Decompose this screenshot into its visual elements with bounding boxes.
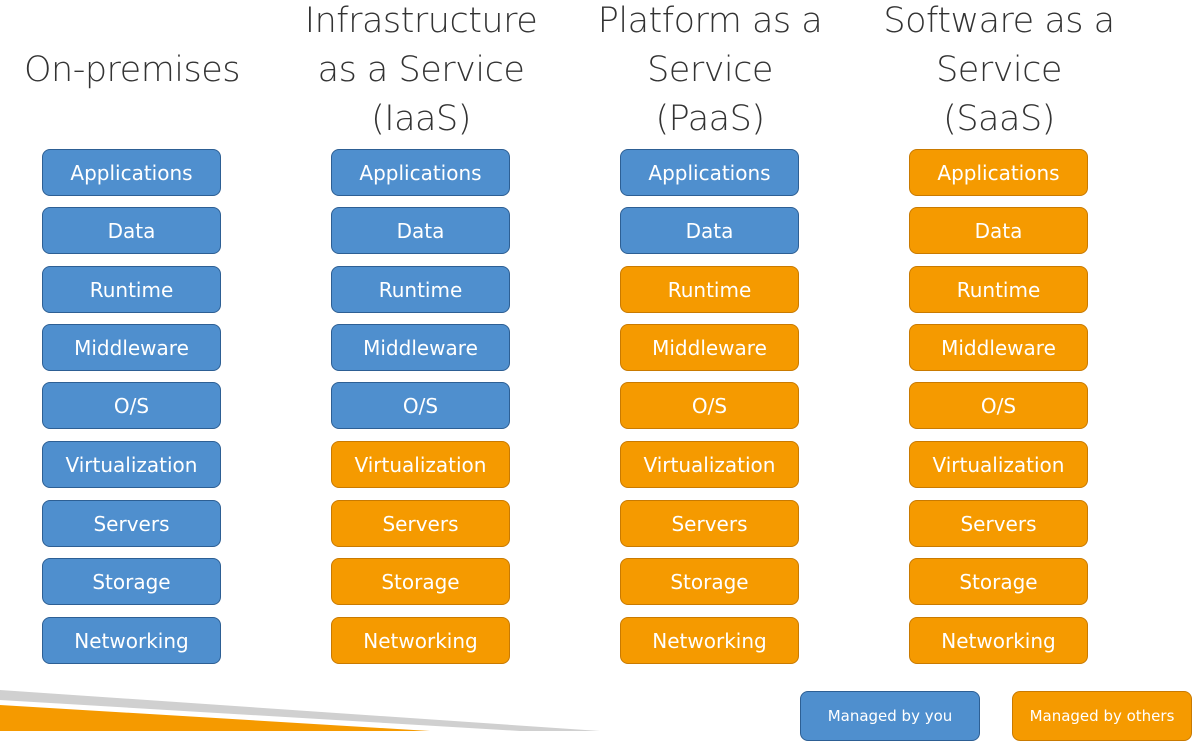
layer-box-saas-middleware: Middleware: [909, 324, 1088, 371]
layer-box-on-premises-storage: Storage: [42, 558, 221, 605]
layer-label: Virtualization: [643, 452, 776, 477]
layer-label: Runtime: [89, 277, 174, 302]
layer-label: Networking: [941, 628, 1056, 653]
layer-label: Middleware: [941, 335, 1056, 360]
layer-label: Servers: [93, 511, 170, 536]
layer-label: Applications: [359, 160, 482, 185]
layer-label: Runtime: [956, 277, 1041, 302]
layer-label: Storage: [670, 569, 749, 594]
legend-you-label: Managed by you: [827, 707, 953, 725]
layer-label: Networking: [74, 628, 189, 653]
layer-box-iaas-virtualization: Virtualization: [331, 441, 510, 488]
layer-label: Storage: [959, 569, 1038, 594]
layer-box-on-premises-runtime: Runtime: [42, 266, 221, 313]
layer-label: Servers: [671, 511, 748, 536]
layer-label: Servers: [960, 511, 1037, 536]
column-title-paas: Platform as a Service (PaaS): [560, 0, 860, 144]
layer-box-on-premises-os: O/S: [42, 382, 221, 429]
layer-box-on-premises-virtualization: Virtualization: [42, 441, 221, 488]
layer-label: Runtime: [378, 277, 463, 302]
layer-label: O/S: [691, 393, 728, 418]
layer-label: Data: [107, 218, 156, 243]
legend-others-label: Managed by others: [1029, 707, 1175, 725]
layer-box-saas-networking: Networking: [909, 617, 1088, 664]
layer-box-iaas-applications: Applications: [331, 149, 510, 196]
layer-label: Virtualization: [932, 452, 1065, 477]
layer-box-paas-virtualization: Virtualization: [620, 441, 799, 488]
layer-box-saas-runtime: Runtime: [909, 266, 1088, 313]
layer-box-paas-networking: Networking: [620, 617, 799, 664]
layer-box-on-premises-networking: Networking: [42, 617, 221, 664]
layer-box-on-premises-middleware: Middleware: [42, 324, 221, 371]
legend-managed-by-others: Managed by others: [1012, 691, 1192, 741]
layer-box-iaas-networking: Networking: [331, 617, 510, 664]
layer-label: O/S: [113, 393, 150, 418]
layer-box-saas-applications: Applications: [909, 149, 1088, 196]
column-title-line: (IaaS): [371, 99, 471, 139]
column-title-line: Service: [936, 50, 1062, 90]
column-title-saas: Software as a Service (SaaS): [849, 0, 1149, 144]
layer-label: Applications: [70, 160, 193, 185]
layer-box-saas-storage: Storage: [909, 558, 1088, 605]
layer-box-on-premises-data: Data: [42, 207, 221, 254]
layer-label: Applications: [937, 160, 1060, 185]
layer-label: Networking: [363, 628, 478, 653]
layer-box-paas-runtime: Runtime: [620, 266, 799, 313]
legend-managed-by-you: Managed by you: [800, 691, 980, 741]
layer-box-iaas-data: Data: [331, 207, 510, 254]
layer-box-paas-storage: Storage: [620, 558, 799, 605]
column-title-line: On-premises: [23, 50, 241, 90]
layer-label: Data: [396, 218, 445, 243]
layer-box-paas-os: O/S: [620, 382, 799, 429]
layer-box-on-premises-applications: Applications: [42, 149, 221, 196]
layer-label: Runtime: [667, 277, 752, 302]
column-title-line: (SaaS): [943, 99, 1055, 139]
layer-box-paas-servers: Servers: [620, 500, 799, 547]
layer-label: Storage: [381, 569, 460, 594]
column-title-line: Software as a: [883, 1, 1115, 41]
layer-label: O/S: [980, 393, 1017, 418]
layer-box-iaas-storage: Storage: [331, 558, 510, 605]
layer-box-on-premises-servers: Servers: [42, 500, 221, 547]
layer-label: Virtualization: [354, 452, 487, 477]
layer-label: Servers: [382, 511, 459, 536]
layer-box-paas-data: Data: [620, 207, 799, 254]
layer-box-iaas-middleware: Middleware: [331, 324, 510, 371]
layer-label: Storage: [92, 569, 171, 594]
layer-box-iaas-servers: Servers: [331, 500, 510, 547]
layer-label: Middleware: [74, 335, 189, 360]
layer-box-iaas-runtime: Runtime: [331, 266, 510, 313]
column-title-on-premises: On-premises: [0, 46, 282, 95]
layer-label: O/S: [402, 393, 439, 418]
column-title-line: Service: [647, 50, 773, 90]
layer-box-paas-applications: Applications: [620, 149, 799, 196]
column-title-iaas: Infrastructure as a Service (IaaS): [271, 0, 571, 144]
layer-box-saas-virtualization: Virtualization: [909, 441, 1088, 488]
layer-label: Virtualization: [65, 452, 198, 477]
column-title-line: Platform as a: [597, 1, 823, 41]
layer-box-saas-os: O/S: [909, 382, 1088, 429]
layer-box-paas-middleware: Middleware: [620, 324, 799, 371]
layer-box-iaas-os: O/S: [331, 382, 510, 429]
layer-label: Networking: [652, 628, 767, 653]
layer-box-saas-servers: Servers: [909, 500, 1088, 547]
column-title-line: as a Service: [317, 50, 525, 90]
layer-label: Data: [974, 218, 1023, 243]
layer-label: Middleware: [363, 335, 478, 360]
column-title-line: Infrastructure: [304, 1, 538, 41]
layer-label: Applications: [648, 160, 771, 185]
column-title-line: (PaaS): [655, 99, 765, 139]
layer-box-saas-data: Data: [909, 207, 1088, 254]
layer-label: Data: [685, 218, 734, 243]
layer-label: Middleware: [652, 335, 767, 360]
